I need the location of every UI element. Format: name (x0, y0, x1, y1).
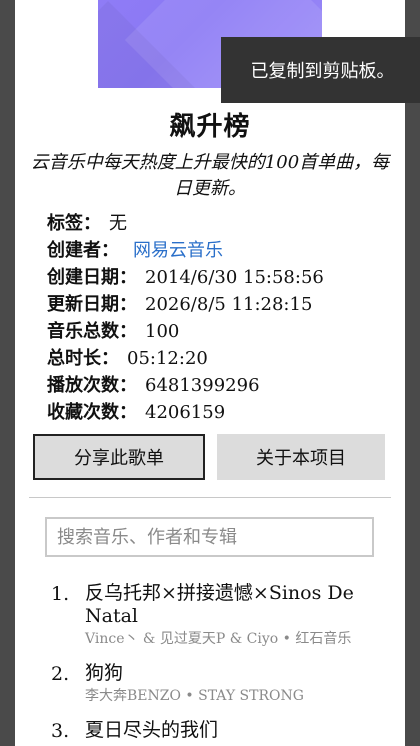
meta-count: 音乐总数： 100 (47, 318, 387, 345)
track-artist-album: 李大奔BENZO • STAY STRONG (85, 688, 304, 704)
track-list: 1. 反乌托邦×拼接遗憾×Sinos De Natal Vince丶 & 见过夏… (51, 582, 381, 746)
creator-link[interactable]: 网易云音乐 (133, 240, 223, 261)
playlist-description: 云音乐中每天热度上升最快的100首单曲，每日更新。 (30, 152, 390, 199)
share-playlist-button[interactable]: 分享此歌单 (33, 434, 205, 480)
meta-label: 总时长： (47, 348, 119, 369)
meta-label: 播放次数： (47, 375, 137, 396)
track-number: 3. (51, 720, 70, 742)
playlist-title: 飙升榜 (169, 112, 251, 142)
meta-value: 6481399296 (145, 375, 260, 396)
track-number: 2. (51, 663, 70, 685)
meta-value: 05:12:20 (127, 348, 208, 369)
divider (29, 497, 391, 498)
meta-value: 2014/6/30 15:58:56 (145, 267, 324, 288)
meta-value: 100 (145, 321, 180, 342)
track-title: 狗狗 (85, 662, 124, 684)
track-number: 1. (51, 583, 70, 605)
search-input[interactable] (45, 517, 374, 557)
meta-label: 标签： (47, 213, 101, 234)
meta-value: 2026/8/5 11:28:15 (145, 294, 313, 315)
meta-label: 更新日期： (47, 294, 137, 315)
meta-creator: 创建者： 网易云音乐 (47, 237, 387, 264)
meta-label: 收藏次数： (47, 402, 137, 423)
meta-value: 无 (109, 213, 127, 234)
track-title: 反乌托邦×拼接遗憾×Sinos De Natal (85, 582, 354, 627)
meta-created: 创建日期： 2014/6/30 15:58:56 (47, 264, 387, 291)
track-artist-album: Vince丶 & 见过夏天P & Ciyo • 红石音乐 (85, 631, 352, 647)
meta-label: 音乐总数： (47, 321, 137, 342)
playlist-page: 飙升榜 云音乐中每天热度上升最快的100首单曲，每日更新。 标签： 无 创建者： 网… (15, 0, 405, 746)
meta-value: 4206159 (145, 402, 226, 423)
about-project-button[interactable]: 关于本项目 (217, 434, 385, 480)
list-item[interactable]: 2. 狗狗 李大奔BENZO • STAY STRONG (51, 662, 381, 707)
meta-updated: 更新日期： 2026/8/5 11:28:15 (47, 291, 387, 318)
toast-notification: 已复制到剪贴板。 (221, 37, 420, 103)
meta-label: 创建日期： (47, 267, 137, 288)
meta-duration: 总时长： 05:12:20 (47, 345, 387, 372)
playlist-meta: 标签： 无 创建者： 网易云音乐 创建日期： 2014/6/30 15:58:56 更… (47, 210, 387, 426)
meta-label: 创建者： (47, 240, 119, 261)
track-title: 夏日尽头的我们 (85, 719, 219, 741)
list-item[interactable]: 3. 夏日尽头的我们 (51, 719, 381, 742)
list-item[interactable]: 1. 反乌托邦×拼接遗憾×Sinos De Natal Vince丶 & 见过夏… (51, 582, 381, 650)
meta-plays: 播放次数： 6481399296 (47, 372, 387, 399)
meta-tags: 标签： 无 (47, 210, 387, 237)
meta-favorites: 收藏次数： 4206159 (47, 399, 387, 426)
